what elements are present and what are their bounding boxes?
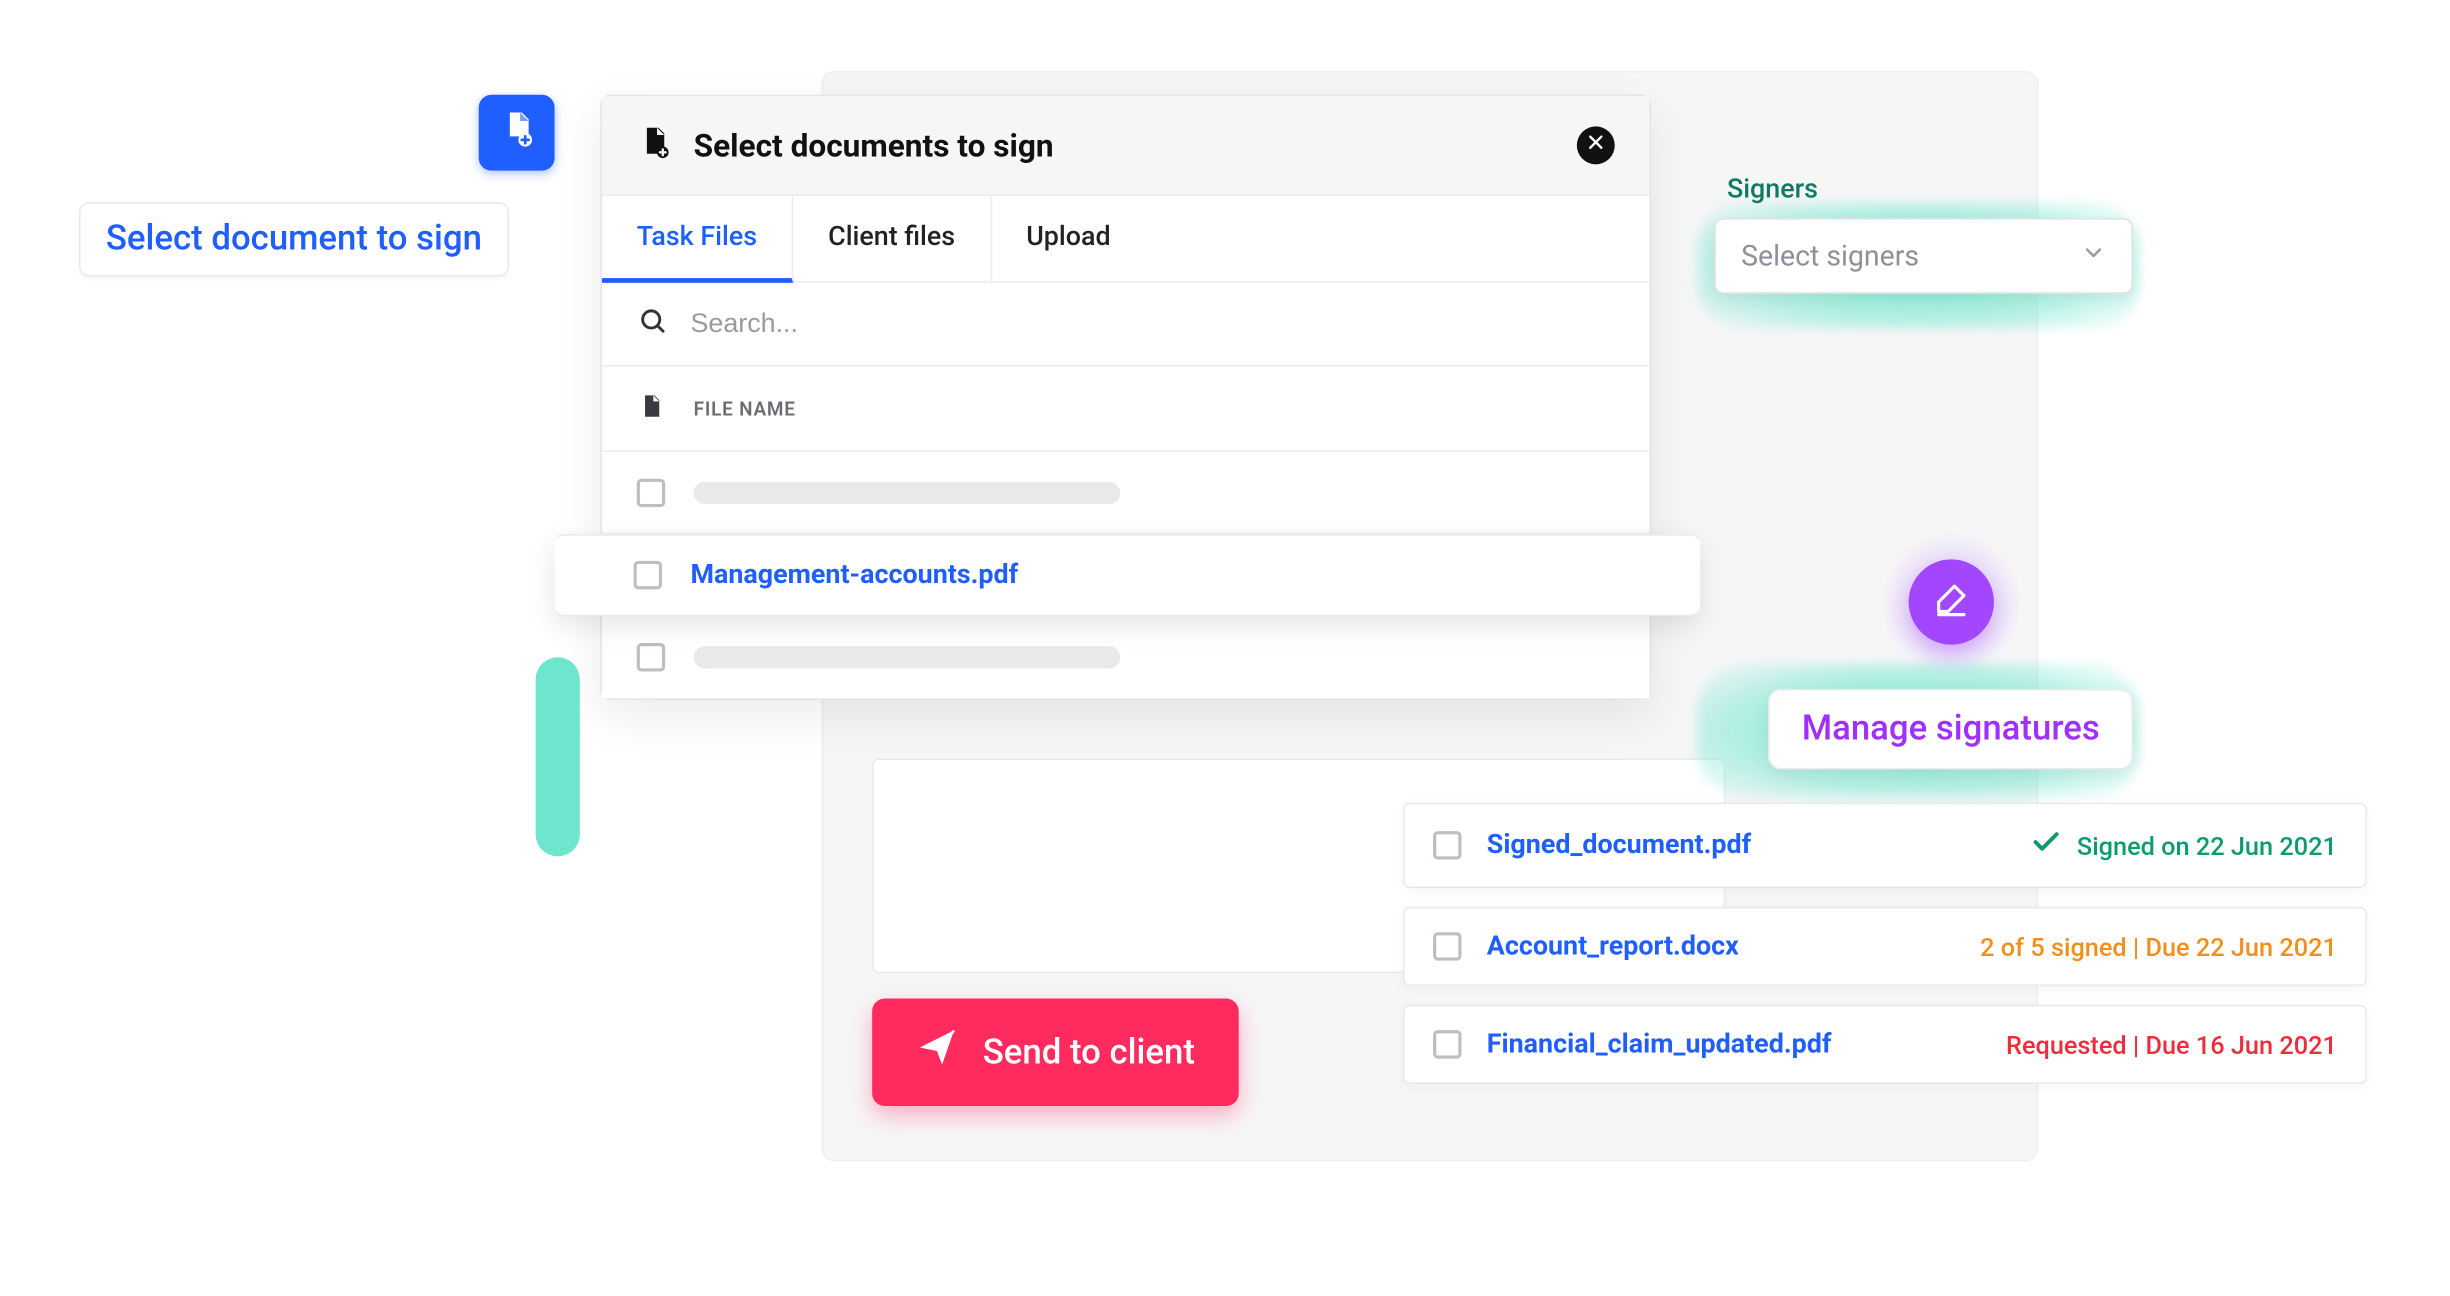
select-documents-modal: Select documents to sign Task Files Clie… [600,95,1651,700]
close-icon [1586,133,1605,158]
modal-tabs: Task Files Client files Upload [602,196,1650,283]
row-checkbox[interactable] [1433,831,1461,859]
file-row-highlighted[interactable]: Management-accounts.pdf [555,534,1701,616]
pencil-glow [1880,531,2022,673]
chevron-down-icon [2081,239,2106,272]
select-document-pill[interactable]: Select document to sign [79,202,509,276]
modal-header: Select documents to sign [602,96,1650,196]
file-row[interactable] [602,616,1650,698]
file-icon [637,392,665,425]
row-checkbox[interactable] [637,643,665,671]
signers-dropdown[interactable]: Select signers [1714,218,2133,294]
search-row [602,283,1650,367]
send-to-client-button[interactable]: Send to client [872,999,1239,1106]
manage-signatures-button[interactable]: Manage signatures [1769,689,2133,770]
status-text: Signed on 22 Jun 2021 [2077,830,2337,860]
status-row[interactable]: Signed_document.pdf Signed on 22 Jun 202… [1403,803,2367,888]
paper-plane-icon [916,1027,957,1078]
document-add-icon [637,125,672,166]
status-row[interactable]: Financial_claim_updated.pdf Requested | … [1403,1005,2367,1084]
check-icon [2030,826,2062,864]
status-text: 2 of 5 signed | Due 22 Jun 2021 [1980,931,2337,961]
search-icon [637,305,669,343]
add-document-square-button[interactable] [479,95,555,171]
row-checkbox[interactable] [637,478,665,506]
file-row[interactable] [602,452,1650,534]
pencil-sign-icon [1932,580,1970,624]
row-checkbox[interactable] [634,561,662,589]
row-checkbox[interactable] [1433,932,1461,960]
signers-label: Signers [1727,174,2133,206]
tab-task-files[interactable]: Task Files [602,196,793,283]
tab-client-files[interactable]: Client files [793,196,991,281]
placeholder-line [694,646,1121,668]
file-name: Management-accounts.pdf [690,559,1018,591]
row-checkbox[interactable] [1433,1030,1461,1058]
signature-status-list: Signed_document.pdf Signed on 22 Jun 202… [1403,803,2367,1084]
status-row[interactable]: Account_report.docx 2 of 5 signed | Due … [1403,907,2367,986]
file-name: Financial_claim_updated.pdf [1487,1029,1832,1061]
close-button[interactable] [1577,126,1615,164]
send-button-label: Send to client [983,1033,1195,1073]
manage-signatures-block: Manage signatures [1769,664,2133,770]
file-name: Account_report.docx [1487,931,1739,963]
search-input[interactable] [690,308,1614,340]
pencil-badge[interactable] [1908,559,1993,644]
tab-upload[interactable]: Upload [991,196,1145,281]
add-document-icon [496,109,537,156]
modal-title: Select documents to sign [694,126,1054,164]
decorative-accent [536,657,580,856]
placeholder-line [694,481,1121,503]
column-header-label: FILE NAME [694,397,796,419]
file-name: Signed_document.pdf [1487,830,1752,862]
file-list-header: FILE NAME [602,367,1650,452]
signers-placeholder: Select signers [1741,239,1919,272]
status-text: Requested | Due 16 Jun 2021 [2006,1029,2337,1059]
signers-block: Signers Select signers [1714,174,2133,294]
